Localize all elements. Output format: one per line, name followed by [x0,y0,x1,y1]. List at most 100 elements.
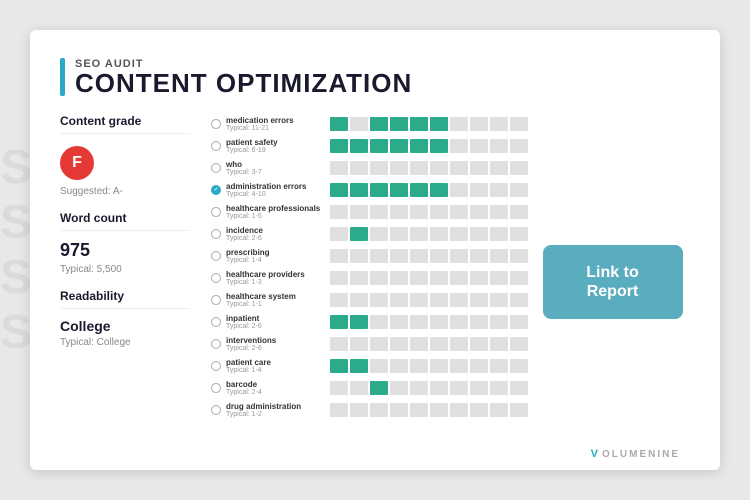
bar-cell [390,337,408,351]
bar-cell [410,227,428,241]
bar-cell [430,359,448,373]
keyword-check-icon [210,162,222,174]
bar-cell [330,161,348,175]
grade-badge: F [60,146,94,180]
bar-cell [370,227,388,241]
bar-cell [330,139,348,153]
bar-cell [410,293,428,307]
bar-cell [430,117,448,131]
keyword-bars [330,337,528,351]
bar-cell [410,381,428,395]
keyword-typical: Typical: 6-19 [226,147,326,154]
keyword-chart-panel: medication errorsTypical: 11-21patient s… [210,114,515,450]
keyword-bars [330,293,528,307]
bar-cell [410,315,428,329]
bar-cell [450,249,468,263]
word-count-typical: Typical: 5,500 [60,264,190,275]
bar-cell [410,161,428,175]
word-count-label: Word count [60,211,190,225]
bar-cell [510,315,528,329]
keyword-bars [330,117,528,131]
bar-cell [450,161,468,175]
keyword-bars [330,271,528,285]
bar-cell [370,381,388,395]
main-card: SEO Audit Content Optimization Content g… [30,30,720,470]
bar-cell [510,183,528,197]
bar-cell [350,205,368,219]
keyword-name: inpatient [226,314,326,323]
keyword-name: drug administration [226,402,326,411]
bar-cell [410,337,428,351]
bar-cell [450,183,468,197]
keyword-typical: Typical: 1-4 [226,257,326,264]
keyword-bars [330,403,528,417]
keyword-name: incidence [226,226,326,235]
bar-cell [410,403,428,417]
list-item: incidenceTypical: 2-6 [210,224,515,244]
bar-cell [470,249,488,263]
main-content: Content grade F Suggested: A- Word count… [60,114,690,450]
bar-cell [330,359,348,373]
keyword-typical: Typical: 3-7 [226,169,326,176]
keyword-chart: medication errorsTypical: 11-21patient s… [210,114,515,450]
keyword-check-icon [210,294,222,306]
divider [60,133,190,134]
bar-cell [370,293,388,307]
keyword-name: prescribing [226,248,326,257]
keyword-check-icon [210,140,222,152]
word-count-section: Word count 975 Typical: 5,500 [60,211,190,275]
bar-cell [410,139,428,153]
bar-cell [470,381,488,395]
keyword-typical: Typical: 1-5 [226,213,326,220]
bar-cell [510,249,528,263]
left-panel: Content grade F Suggested: A- Word count… [60,114,190,450]
bar-cell [370,337,388,351]
bar-cell [450,381,468,395]
bar-cell [410,271,428,285]
bar-cell [430,271,448,285]
bar-cell [450,359,468,373]
right-panel: Link to Report [535,114,690,450]
keyword-check-icon [210,316,222,328]
keyword-typical: Typical: 2-6 [226,323,326,330]
bar-cell [410,117,428,131]
bar-cell [510,205,528,219]
readability-typical: Typical: College [60,337,190,348]
bar-cell [510,117,528,131]
bar-cell [450,315,468,329]
keyword-typical: Typical: 11-21 [226,125,326,132]
keyword-bars [330,315,528,329]
bar-cell [450,271,468,285]
bar-cell [430,337,448,351]
bar-cell [470,315,488,329]
header-accent-bar [60,58,65,96]
bar-cell [430,139,448,153]
bar-cell [350,227,368,241]
bar-cell [390,359,408,373]
keyword-bars [330,359,528,373]
bar-cell [350,381,368,395]
bar-cell [390,403,408,417]
bar-cell [470,183,488,197]
bar-cell [370,161,388,175]
bar-cell [470,139,488,153]
bar-cell [390,117,408,131]
bar-cell [330,205,348,219]
keyword-check-icon [210,250,222,262]
bar-cell [370,117,388,131]
bar-cell [510,161,528,175]
content-grade-label: Content grade [60,114,190,128]
bar-cell [490,183,508,197]
readability-section: Readability College Typical: College [60,289,190,348]
bar-cell [350,271,368,285]
bar-cell [370,139,388,153]
content-grade-section: Content grade F Suggested: A- [60,114,190,197]
bar-cell [350,403,368,417]
keyword-bars [330,227,528,241]
keyword-bars [330,183,528,197]
keyword-name: interventions [226,336,326,345]
bar-cell [490,161,508,175]
link-to-report-button[interactable]: Link to Report [543,245,683,319]
bar-cell [450,117,468,131]
divider [60,230,190,231]
